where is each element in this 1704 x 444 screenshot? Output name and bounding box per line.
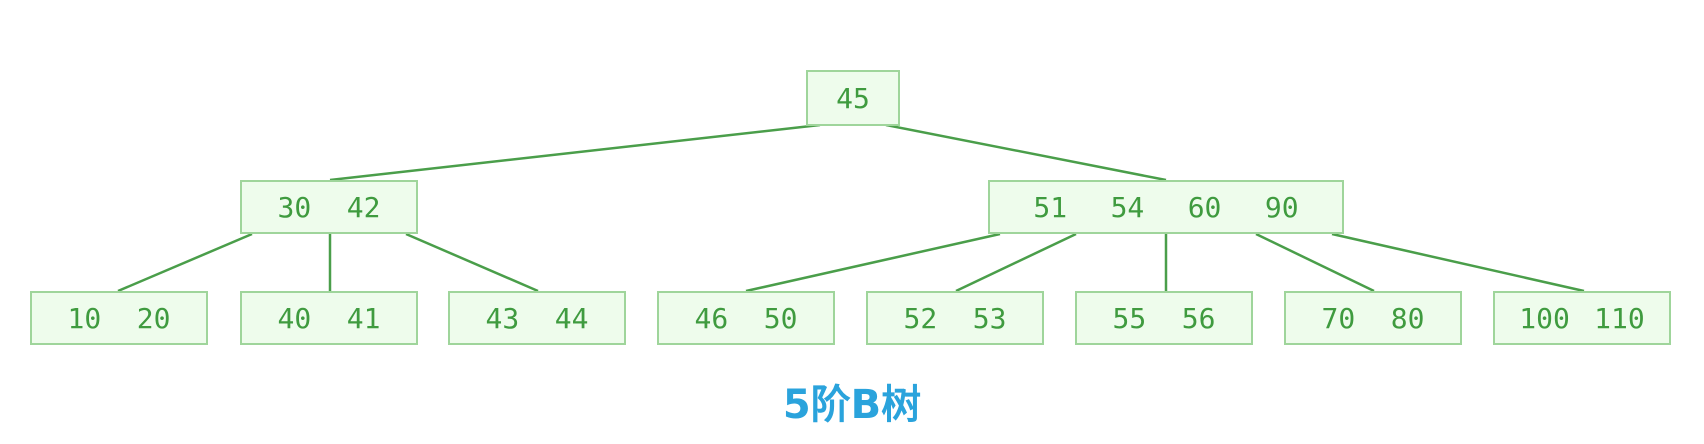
- b-tree-leaf-2: 43 44: [448, 291, 626, 345]
- node-key: 80: [1390, 301, 1425, 335]
- node-key: 56: [1181, 301, 1216, 335]
- b-tree-node-level1-right: 51 54 60 90: [988, 180, 1344, 234]
- node-key: 46: [694, 301, 729, 335]
- b-tree-leaf-6: 70 80: [1284, 291, 1462, 345]
- node-key: 54: [1110, 190, 1145, 224]
- node-key: 50: [763, 301, 798, 335]
- b-tree-leaf-7: 100 110: [1493, 291, 1671, 345]
- node-key: 60: [1187, 190, 1222, 224]
- diagram-caption: 5阶B树: [782, 382, 922, 428]
- edge-l1a-to-c0: [117, 232, 253, 293]
- edge-l1b-to-c7: [1331, 232, 1585, 293]
- b-tree-leaf-0: 10 20: [30, 291, 208, 345]
- node-key: 30: [277, 190, 312, 224]
- b-tree-leaf-1: 40 41: [240, 291, 418, 345]
- edge-root-to-right: [885, 123, 1167, 182]
- node-key: 20: [136, 301, 171, 335]
- b-tree-leaf-5: 55 56: [1075, 291, 1253, 345]
- edge-l1b-to-c4: [955, 232, 1077, 293]
- node-key: 42: [346, 190, 381, 224]
- node-key: 43: [485, 301, 520, 335]
- node-key: 55: [1112, 301, 1147, 335]
- node-key: 44: [554, 301, 589, 335]
- node-key: 51: [1033, 190, 1068, 224]
- node-key: 40: [277, 301, 312, 335]
- b-tree-leaf-3: 46 50: [657, 291, 835, 345]
- node-key: 90: [1264, 190, 1299, 224]
- edge-root-to-left: [329, 123, 821, 182]
- edge-l1b-to-c6: [1255, 232, 1375, 293]
- node-key: 52: [903, 301, 938, 335]
- node-key: 45: [836, 81, 870, 115]
- node-key: 70: [1321, 301, 1356, 335]
- b-tree-node-root: 45: [806, 70, 900, 126]
- edge-l1a-to-c2: [405, 232, 539, 293]
- node-key: 10: [67, 301, 102, 335]
- node-key: 53: [972, 301, 1007, 335]
- node-key: 41: [346, 301, 381, 335]
- edge-l1b-to-c3: [745, 232, 1001, 293]
- b-tree-leaf-4: 52 53: [866, 291, 1044, 345]
- b-tree-diagram: 45 30 42 51 54 60 90 10 20 40 41 43 44 4…: [0, 0, 1704, 444]
- node-key: 100: [1519, 301, 1570, 335]
- node-key: 110: [1594, 301, 1645, 335]
- b-tree-node-level1-left: 30 42: [240, 180, 418, 234]
